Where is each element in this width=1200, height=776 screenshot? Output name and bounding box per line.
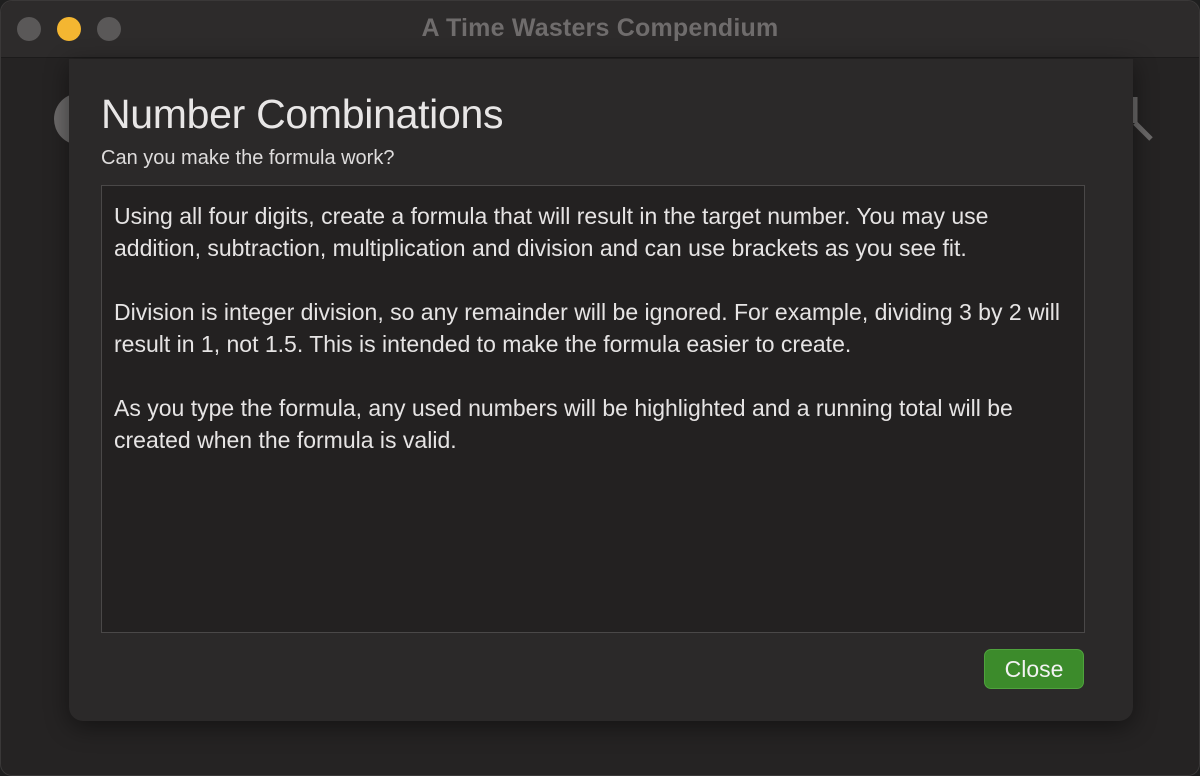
instructions-paragraph: Division is integer division, so any rem…: [114, 299, 1060, 357]
window-title: A Time Wasters Compendium: [421, 14, 779, 42]
title-bar[interactable]: A Time Wasters Compendium: [1, 1, 1199, 58]
instructions-sheet: Number Combinations Can you make the for…: [69, 59, 1133, 721]
instructions-text-area[interactable]: Using all four digits, create a formula …: [101, 185, 1085, 633]
instructions-paragraph: As you type the formula, any used number…: [114, 395, 1013, 453]
sheet-title: Number Combinations: [101, 91, 504, 137]
instructions-paragraph: Using all four digits, create a formula …: [114, 203, 989, 261]
app-window: A Time Wasters Compendium Number Combina…: [0, 0, 1200, 776]
sheet-subtitle: Can you make the formula work?: [101, 147, 395, 169]
close-button[interactable]: Close: [984, 649, 1084, 689]
